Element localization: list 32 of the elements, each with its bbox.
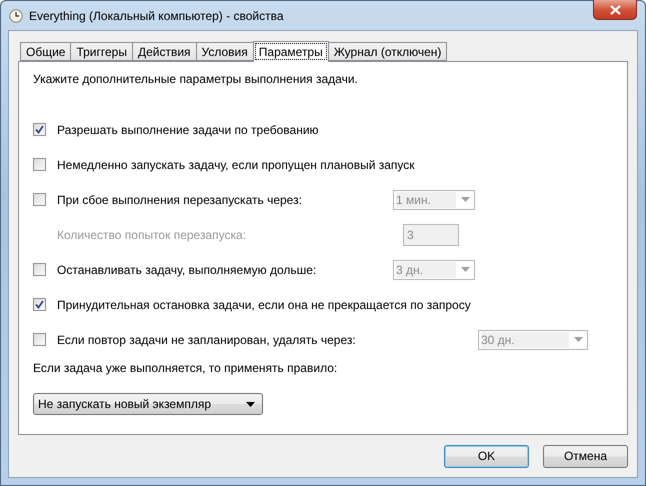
caret-icon [246, 402, 255, 406]
option-label: Разрешать выполнение задачи по требованию [57, 122, 319, 136]
checkbox[interactable] [33, 123, 46, 136]
option-label: При сбое выполнения перезапускать через: [57, 192, 302, 206]
option-label: Принудительная остановка задачи, если она не прекращается по запросу [57, 298, 471, 312]
caret-icon [574, 337, 582, 342]
description-text: Укажите дополнительные параметры выполнения задачи. [33, 71, 359, 88]
dialog-button[interactable]: Отмена [543, 444, 628, 468]
option-label: Количество попыток перезапуска: [57, 228, 246, 242]
tab[interactable]: Журнал (отключен) [328, 42, 448, 61]
option-label: Если повтор задачи не запланирован, удалять через: [57, 332, 356, 346]
tab[interactable]: Параметры [252, 41, 329, 62]
close-button[interactable] [593, 0, 637, 20]
option-label: Останавливать задачу, выполняемую дольше: [57, 262, 316, 276]
tab[interactable]: Действия [132, 42, 197, 61]
caret-icon [460, 267, 470, 272]
tab[interactable]: Условия [196, 42, 254, 61]
checkbox[interactable] [33, 298, 46, 311]
rule-dropdown[interactable]: Не запускать новый экземпляр [33, 393, 263, 415]
checkbox[interactable] [33, 333, 46, 346]
caret-icon [460, 197, 470, 202]
checkbox[interactable] [33, 193, 46, 206]
option-label: Немедленно запускать задачу, если пропущен плановый запуск [57, 158, 415, 172]
tab[interactable]: Триггеры [70, 42, 133, 61]
clock-icon [9, 8, 23, 22]
close-icon [610, 4, 620, 14]
tab[interactable]: Общие [20, 42, 72, 61]
window-title: Everything (Локальный компьютер) - свойства [29, 8, 284, 22]
dialog-button[interactable]: OK [444, 444, 529, 468]
checkbox[interactable] [33, 158, 46, 171]
rule-label: Если задача уже выполняется, то применять правило: [33, 361, 338, 377]
checkbox[interactable] [33, 263, 46, 276]
